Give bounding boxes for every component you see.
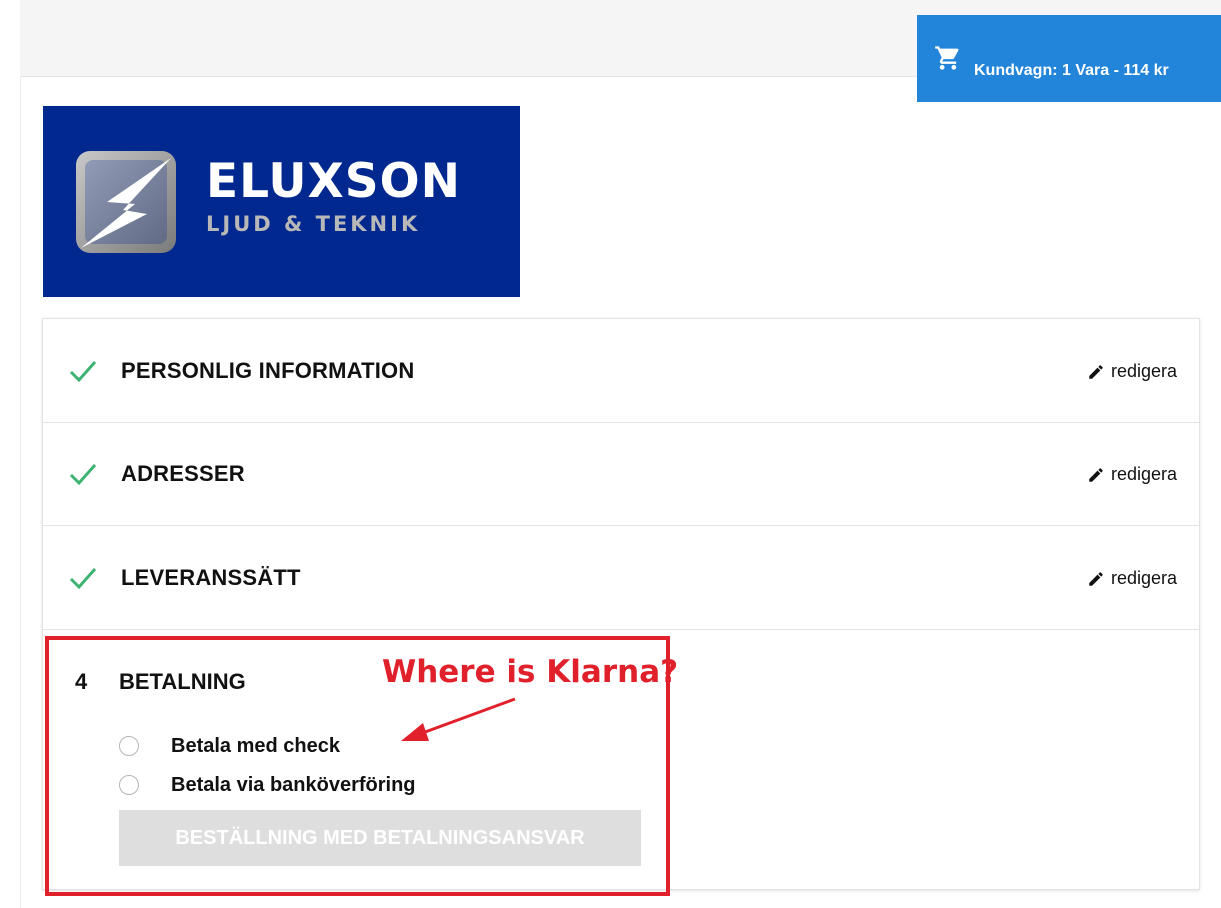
payment-option-label: Betala via banköverföring [171, 773, 416, 796]
payment-option-check[interactable]: Betala med check [119, 734, 340, 758]
checkmark-icon [69, 568, 97, 590]
cart-button[interactable]: Kundvagn: 1 Vara - 114 kr [917, 15, 1221, 102]
step-delivery-method: LEVERANSSÄTT redigera [43, 526, 1199, 630]
edit-label: redigera [1110, 464, 1177, 484]
logo-tagline: LJUD & TEKNIK [206, 212, 421, 236]
radio-button[interactable] [119, 775, 139, 795]
radio-button[interactable] [119, 736, 139, 756]
edit-link[interactable]: redigera [1087, 568, 1177, 589]
pencil-icon [1089, 467, 1103, 482]
payment-option-bank-transfer[interactable]: Betala via banköverföring [119, 773, 416, 797]
checkout-steps: PERSONLIG INFORMATION redigera ADRESSER … [42, 318, 1200, 890]
checkmark-icon [69, 464, 97, 486]
pencil-icon [1089, 364, 1103, 379]
edit-label: redigera [1110, 568, 1177, 588]
place-order-button[interactable]: BESTÄLLNING MED BETALNINGSANSVAR [119, 810, 641, 866]
step-title: ADRESSER [121, 461, 245, 486]
step-title: LEVERANSSÄTT [121, 565, 301, 590]
left-divider [20, 76, 21, 908]
pencil-icon [1089, 571, 1103, 586]
step-addresses: ADRESSER redigera [43, 422, 1199, 526]
step-title: BETALNING [119, 669, 246, 694]
edit-link[interactable]: redigera [1087, 361, 1177, 382]
step-personal-information: PERSONLIG INFORMATION redigera [43, 319, 1199, 423]
annotation-text: Where is Klarna? [382, 654, 679, 690]
edit-label: redigera [1110, 361, 1177, 381]
payment-option-label: Betala med check [171, 734, 340, 757]
step-number: 4 [75, 669, 88, 694]
logo-brand-text: ELUXSON [206, 154, 461, 209]
checkmark-icon [69, 361, 97, 383]
edit-link[interactable]: redigera [1087, 464, 1177, 485]
step-title: PERSONLIG INFORMATION [121, 358, 415, 383]
cart-icon [935, 46, 959, 70]
annotation-arrow-icon [401, 697, 516, 741]
cart-summary: Kundvagn: 1 Vara - 114 kr [974, 62, 1169, 79]
